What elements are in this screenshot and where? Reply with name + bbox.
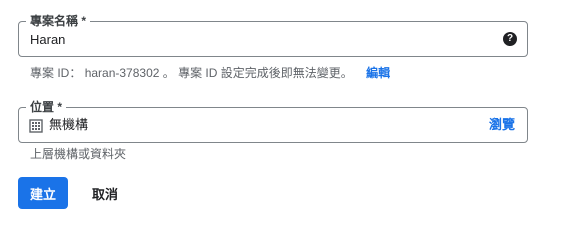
help-circle-icon[interactable]: ? <box>503 32 517 46</box>
location-value: 無機構 <box>49 117 89 132</box>
project-id-hint: 專案 ID： haran-378302 。 專案 ID 設定完成後即無法變更。 … <box>30 66 390 80</box>
project-id-value: haran-378302 <box>84 66 160 80</box>
browse-button[interactable]: 瀏覽 <box>489 117 515 133</box>
organization-icon <box>29 119 43 133</box>
cancel-button[interactable]: 取消 <box>80 177 130 209</box>
create-button[interactable]: 建立 <box>18 177 68 209</box>
new-project-form: 專案名稱 * ? 專案 ID： haran-378302 。 專案 ID 設定完… <box>0 0 578 221</box>
project-id-prefix: 專案 ID： <box>30 66 82 80</box>
project-id-suffix: 。 專案 ID 設定完成後即無法變更。 <box>162 66 353 80</box>
location-hint: 上層機構或資料夾 <box>30 147 127 161</box>
location-field[interactable]: 位置 * 無機構 瀏覽 <box>18 100 528 143</box>
edit-project-id-link[interactable]: 編輯 <box>366 66 390 80</box>
project-name-input[interactable] <box>19 22 489 56</box>
location-label: 位置 * <box>26 100 67 114</box>
project-name-field: 專案名稱 * ? <box>18 14 528 57</box>
